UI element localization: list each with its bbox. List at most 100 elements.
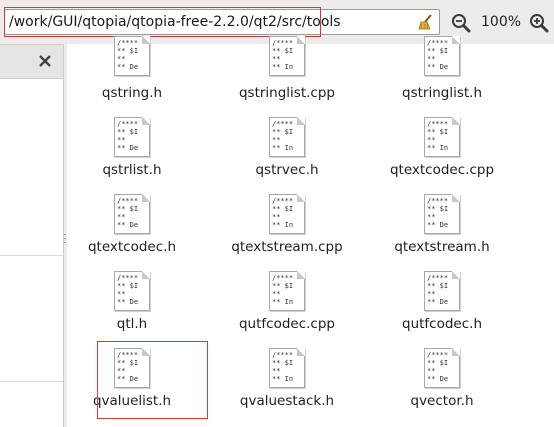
file-preview-line: ** $I	[117, 282, 139, 290]
text-file-icon: /**** ** $I ** ** In	[269, 348, 305, 388]
file-preview-line: **	[117, 213, 126, 221]
file-preview-line: ** In	[427, 144, 449, 152]
text-file-icon: /**** ** $I ** ** De	[424, 271, 460, 311]
text-file-icon: /**** ** $I ** ** In	[269, 36, 305, 76]
text-file-icon: /**** ** $I ** ** De	[114, 36, 150, 76]
file-preview-line: /****	[427, 351, 449, 359]
text-file-icon: /**** ** $I ** ** De	[114, 194, 150, 234]
file-preview-line: ** $I	[272, 205, 294, 213]
file-preview-line: /****	[272, 197, 294, 205]
file-preview-line: **	[272, 213, 281, 221]
file-preview-line: ** $I	[427, 47, 449, 55]
file-preview-line: ** De	[427, 221, 449, 229]
file-preview-line: **	[427, 290, 436, 298]
file-preview-line: **	[117, 290, 126, 298]
file-name: qutfcodec.cpp	[238, 316, 335, 332]
file-preview-line: ** De	[117, 63, 139, 71]
file-preview-line: **	[427, 55, 436, 63]
file-item[interactable]: /**** ** $I ** ** De qtl.h	[73, 271, 191, 347]
side-pane-content[interactable]	[0, 79, 63, 427]
file-item[interactable]: /**** ** $I ** ** In qstrvec.h	[228, 117, 346, 193]
file-preview-line: ** In	[272, 221, 294, 229]
file-name: qstrvec.h	[255, 162, 319, 178]
divider	[0, 381, 63, 382]
file-preview-line: ** De	[117, 375, 139, 383]
file-preview-line: ** $I	[272, 128, 294, 136]
side-pane	[0, 44, 63, 427]
file-item[interactable]: /**** ** $I ** ** De qtextstream.h	[383, 194, 501, 270]
file-name: qutfcodec.h	[402, 316, 482, 332]
file-preview-line: /****	[117, 274, 139, 282]
file-preview-line: **	[272, 55, 281, 63]
file-preview-line: **	[272, 290, 281, 298]
file-preview-line: **	[272, 367, 281, 375]
file-preview-line: ** $I	[272, 282, 294, 290]
file-preview-line: /****	[117, 197, 139, 205]
file-preview-line: ** $I	[427, 282, 449, 290]
file-name: qtextstream.cpp	[231, 239, 343, 255]
file-item[interactable]: /**** ** $I ** ** De qtextcodec.h	[73, 194, 191, 270]
file-item[interactable]: /**** ** $I ** ** De qstringlist.h	[383, 36, 501, 116]
file-item[interactable]: /**** ** $I ** ** De qvector.h	[383, 348, 501, 424]
file-preview-line: **	[427, 136, 436, 144]
zoom-out-icon[interactable]	[450, 12, 472, 34]
text-file-icon: /**** ** $I ** ** In	[269, 194, 305, 234]
broom-icon[interactable]	[417, 13, 435, 31]
file-item[interactable]: /**** ** $I ** ** In qutfcodec.cpp	[228, 271, 346, 347]
file-preview-line: **	[117, 367, 126, 375]
file-preview-line: /****	[427, 197, 449, 205]
file-preview-line: ** In	[272, 298, 294, 306]
file-name: qstrlist.h	[102, 162, 162, 178]
location-field[interactable]: /work/GUI/qtopia/qtopia-free-2.2.0/qt2/s…	[4, 9, 440, 35]
text-file-icon: /**** ** $I ** ** De	[424, 36, 460, 76]
text-file-icon: /**** ** $I ** ** In	[269, 271, 305, 311]
file-icon-view[interactable]: /**** ** $I ** ** De qstring.h/**** ** $I ** **…	[67, 36, 554, 427]
file-preview-line: ** $I	[117, 47, 139, 55]
file-name: qtextstream.h	[394, 239, 490, 255]
file-name: qstringlist.h	[402, 85, 482, 101]
close-icon[interactable]	[37, 53, 53, 69]
text-file-icon: /**** ** $I ** ** De	[114, 348, 150, 388]
text-file-icon: /**** ** $I ** ** In	[424, 117, 460, 157]
file-preview-line: /****	[117, 120, 139, 128]
file-item[interactable]: /**** ** $I ** ** De qvaluelist.h	[73, 348, 191, 424]
file-item[interactable]: /**** ** $I ** ** De qstrlist.h	[73, 117, 191, 193]
file-item[interactable]: /**** ** $I ** ** In qvaluestack.h	[228, 348, 346, 424]
file-preview-line: ** $I	[272, 47, 294, 55]
file-preview-line: /****	[272, 274, 294, 282]
file-preview-line: ** De	[427, 63, 449, 71]
file-preview-line: ** $I	[272, 359, 294, 367]
file-preview-line: ** De	[117, 221, 139, 229]
file-item[interactable]: /**** ** $I ** ** De qutfcodec.h	[383, 271, 501, 347]
file-preview-line: /****	[272, 120, 294, 128]
file-preview-line: /****	[272, 351, 294, 359]
file-preview-line: ** $I	[427, 205, 449, 213]
location-path[interactable]: /work/GUI/qtopia/qtopia-free-2.2.0/qt2/s…	[9, 14, 341, 30]
file-preview-line: /****	[427, 39, 449, 47]
file-item[interactable]: /**** ** $I ** ** In qtextstream.cpp	[228, 194, 346, 270]
file-preview-line: ** De	[427, 375, 449, 383]
file-preview-line: ** De	[117, 144, 139, 152]
text-file-icon: /**** ** $I ** ** De	[424, 348, 460, 388]
file-preview-line: ** De	[117, 298, 139, 306]
zoom-level: 100%	[481, 14, 522, 30]
text-file-icon: /**** ** $I ** ** De	[424, 194, 460, 234]
file-name: qstringlist.cpp	[238, 85, 335, 101]
file-name: qtl.h	[116, 316, 148, 332]
file-name: qtextcodec.h	[87, 239, 177, 255]
divider	[0, 255, 63, 256]
file-preview-line: ** De	[427, 298, 449, 306]
file-name: qvector.h	[410, 393, 474, 409]
file-preview-line: /****	[117, 39, 139, 47]
file-item[interactable]: /**** ** $I ** ** De qstring.h	[73, 36, 191, 116]
file-item[interactable]: /**** ** $I ** ** In qstringlist.cpp	[228, 36, 346, 116]
file-name: qstring.h	[101, 85, 163, 101]
file-preview-line: ** In	[272, 144, 294, 152]
file-preview-line: **	[117, 136, 126, 144]
file-item[interactable]: /**** ** $I ** ** In qtextcodec.cpp	[383, 117, 501, 193]
file-preview-line: **	[427, 213, 436, 221]
zoom-in-icon[interactable]	[528, 12, 550, 34]
file-preview-line: /****	[427, 274, 449, 282]
file-preview-line: ** $I	[117, 205, 139, 213]
file-preview-line: **	[117, 55, 126, 63]
